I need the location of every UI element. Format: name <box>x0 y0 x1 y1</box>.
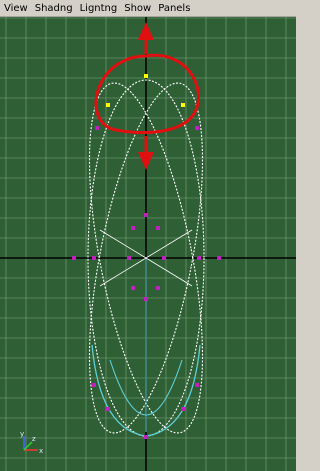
cv-point-selected[interactable] <box>106 103 110 107</box>
gizmo-x-label: x <box>39 447 43 455</box>
spoke-b <box>145 229 193 259</box>
grid <box>0 17 296 471</box>
spoke-d <box>145 257 193 287</box>
gizmo-z-label: z <box>32 435 36 443</box>
cv-point[interactable] <box>127 256 131 260</box>
arrow-up-icon <box>138 22 154 40</box>
orthographic-viewport[interactable]: y x z <box>0 17 296 471</box>
cv-point[interactable] <box>156 226 160 230</box>
gizmo-y-label: y <box>20 430 24 438</box>
cv-point[interactable] <box>72 256 76 260</box>
cv-point-selected[interactable] <box>144 74 148 78</box>
cv-point[interactable] <box>92 383 96 387</box>
menu-shading[interactable]: Shadng <box>31 1 76 16</box>
viewport-canvas[interactable]: y x z <box>0 17 296 471</box>
cv-point[interactable] <box>92 256 96 260</box>
cv-point[interactable] <box>131 226 135 230</box>
spoke-c <box>99 257 147 287</box>
cv-point[interactable] <box>195 383 199 387</box>
menu-show[interactable]: Show <box>120 1 154 16</box>
axis-gizmo: y x z <box>20 430 43 455</box>
gizmo-z-axis-icon <box>23 441 33 451</box>
annotation-loop <box>94 53 200 134</box>
spoke-a <box>99 229 147 259</box>
cv-point[interactable] <box>197 256 201 260</box>
arrow-down-icon <box>138 152 154 170</box>
cv-point[interactable] <box>181 407 185 411</box>
panel-menubar: View Shadng Ligntng Show Panels <box>0 0 296 17</box>
cv-point[interactable] <box>162 256 166 260</box>
cv-point[interactable] <box>144 213 148 217</box>
menu-view[interactable]: View <box>0 1 31 16</box>
cv-point[interactable] <box>144 435 148 439</box>
cv-point[interactable] <box>131 286 135 290</box>
red-annotation <box>94 22 200 170</box>
menu-panels[interactable]: Panels <box>154 1 193 16</box>
cv-point[interactable] <box>106 407 110 411</box>
cv-point[interactable] <box>195 126 199 130</box>
cv-point[interactable] <box>144 297 148 301</box>
cv-point[interactable] <box>95 126 99 130</box>
cv-point[interactable] <box>217 256 221 260</box>
menu-lighting[interactable]: Ligntng <box>76 1 121 16</box>
cv-point[interactable] <box>156 286 160 290</box>
cv-point-selected[interactable] <box>181 103 185 107</box>
